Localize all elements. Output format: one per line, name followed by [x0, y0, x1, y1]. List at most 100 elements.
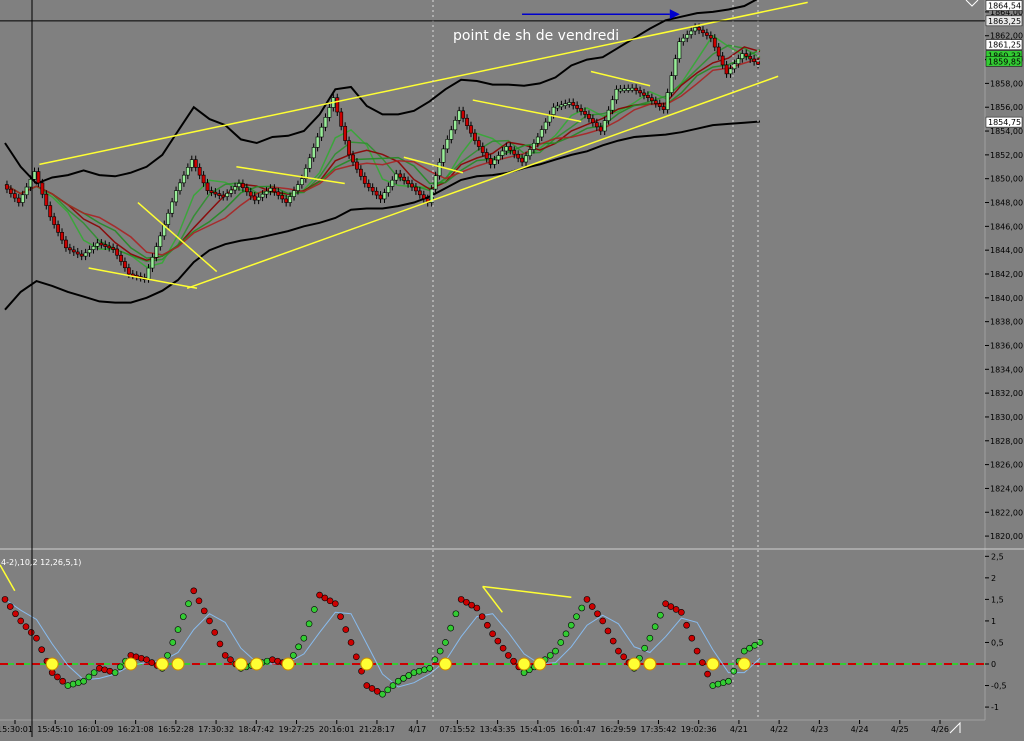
- osc-tick-label: 1,5: [991, 595, 1004, 604]
- time-tick-label: 20:16:01: [319, 725, 355, 734]
- bull-candle: [288, 196, 292, 203]
- time-tick-label: 4/21: [730, 725, 748, 734]
- bear-candle: [248, 191, 253, 197]
- bear-candle: [378, 194, 383, 200]
- osc-dot-down: [227, 656, 234, 663]
- bear-candle: [8, 188, 13, 194]
- osc-dot-down: [688, 634, 696, 642]
- bull-candle: [740, 53, 745, 59]
- time-tick-label: 13:43:35: [480, 725, 516, 734]
- bull-candle: [83, 252, 88, 257]
- bull-candle: [268, 187, 273, 192]
- time-tick-label: 16:01:09: [77, 725, 113, 734]
- osc-dot-up: [300, 634, 308, 642]
- bull-candle: [567, 102, 572, 105]
- bear-candle: [115, 248, 119, 256]
- bear-candle: [402, 176, 407, 181]
- bear-candle: [241, 183, 245, 188]
- bear-candle: [52, 216, 57, 225]
- time-tick-label: 15:41:05: [520, 725, 556, 734]
- osc-dot-down: [620, 653, 627, 661]
- bear-candle: [197, 167, 202, 176]
- zero-cross-marker: [281, 657, 295, 671]
- time-tick-label: 4/22: [770, 725, 788, 734]
- price-panel[interactable]: [4, 0, 808, 311]
- window-corner-icon[interactable]: [949, 0, 984, 734]
- bear-candle: [60, 232, 64, 241]
- bull-candle: [292, 190, 296, 197]
- bear-candle: [708, 35, 713, 39]
- osc-dot-up: [169, 639, 177, 646]
- bull-candle: [170, 201, 175, 214]
- bear-candle: [71, 249, 76, 253]
- price-tick-label: 1844,00: [990, 246, 1023, 255]
- osc-signal-line: [4, 598, 761, 688]
- bear-candle: [362, 176, 367, 184]
- bear-candle: [583, 111, 587, 115]
- bull-candle: [32, 171, 37, 180]
- oscillator-panel[interactable]: [0, 564, 985, 698]
- bear-candle: [12, 193, 17, 199]
- bear-candle: [465, 117, 469, 126]
- bear-candle: [571, 102, 576, 106]
- time-tick-label: 19:02:36: [681, 725, 717, 734]
- bull-candle: [327, 107, 332, 118]
- bull-candle: [626, 88, 631, 91]
- bull-candle: [445, 139, 450, 150]
- bear-candle: [366, 183, 371, 188]
- bear-candle: [272, 187, 277, 193]
- bear-candle: [512, 150, 517, 155]
- bull-candle: [437, 162, 442, 177]
- bear-candle: [579, 108, 583, 112]
- osc-dot-down: [38, 646, 46, 653]
- bear-candle: [284, 198, 289, 203]
- bull-candle: [602, 120, 607, 132]
- osc-dot-down: [216, 640, 224, 648]
- price-tick-label: 1836,00: [990, 341, 1023, 350]
- osc-dot-down: [352, 653, 360, 661]
- zero-cross-marker: [627, 657, 641, 671]
- osc-dot-down: [332, 600, 339, 607]
- osc-tick-label: -0,5: [991, 682, 1007, 691]
- bear-candle: [469, 125, 473, 134]
- osc-dot-up: [641, 644, 648, 652]
- bear-candle: [99, 242, 104, 246]
- bull-candle: [693, 27, 698, 32]
- bear-candle: [40, 182, 45, 195]
- bull-candle: [543, 121, 548, 130]
- trendline-7: [590, 70, 651, 87]
- osc-dot-down: [200, 607, 208, 615]
- bull-candle: [154, 246, 159, 258]
- bull-candle: [146, 267, 151, 280]
- zero-cross-marker: [171, 657, 185, 671]
- bull-candle: [394, 173, 399, 181]
- bear-candle: [213, 191, 218, 195]
- bull-candle: [496, 155, 501, 161]
- bull-candle: [166, 212, 171, 225]
- bear-candle: [575, 105, 580, 109]
- time-tick-label: 21:28:17: [359, 725, 395, 734]
- bull-candle: [382, 192, 387, 200]
- bull-candle: [433, 175, 438, 190]
- trendline-1: [186, 75, 779, 290]
- bull-candle: [551, 106, 556, 115]
- osc-dot-up: [85, 673, 93, 681]
- bull-candle: [150, 257, 155, 269]
- bear-candle: [36, 171, 41, 184]
- chart-annotation: point de sh de vendredi: [453, 28, 619, 44]
- bear-candle: [476, 140, 481, 147]
- bull-candle: [673, 58, 678, 76]
- zero-cross-marker: [124, 657, 138, 671]
- bull-candle: [500, 150, 505, 156]
- osc-dot-down: [17, 617, 25, 625]
- osc-dot-up: [111, 669, 119, 676]
- bull-candle: [614, 89, 619, 101]
- time-tick-label: 16:29:59: [600, 725, 636, 734]
- bear-candle: [646, 95, 650, 98]
- time-tick-label: 4/25: [891, 725, 909, 734]
- bull-candle: [630, 87, 635, 91]
- bear-candle: [370, 187, 375, 192]
- time-tick-label: 07:15:52: [439, 725, 475, 734]
- bull-candle: [689, 30, 694, 35]
- bear-candle: [638, 90, 642, 94]
